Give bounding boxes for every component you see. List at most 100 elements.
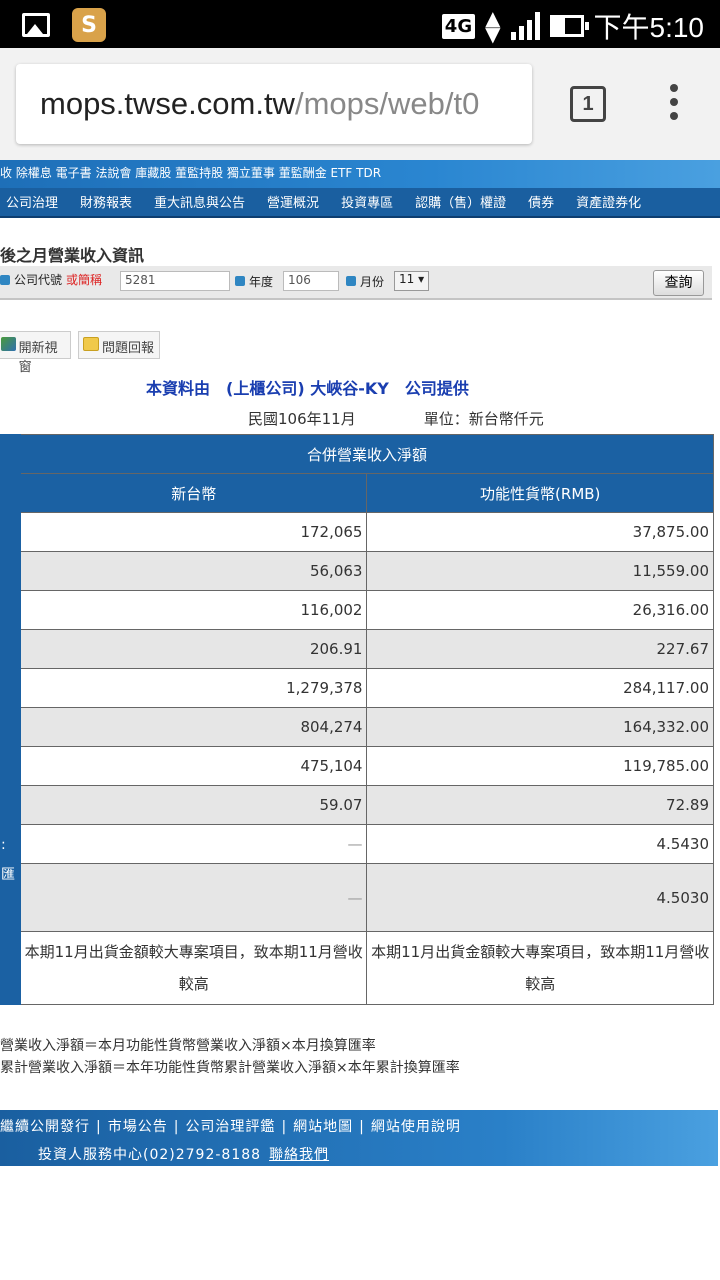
formula-notes: 營業收入淨額＝本月功能性貨幣營業收入淨額×本月換算匯率 累計營業收入淨額＝本年功… xyxy=(0,1035,460,1079)
cell-rmb: 11,559.00 xyxy=(366,551,714,591)
year-field: 年度 106 xyxy=(235,271,340,291)
note-twd: 本期11月出貨金額較大專案項目，致本期11月營收較高 xyxy=(19,931,368,1005)
bullet-icon xyxy=(235,276,245,286)
footer: 繼續公開發行 | 市場公告 | 公司治理評鑑 | 網站地圖 | 網站使用說明 投資人服務中心(0… xyxy=(0,1110,718,1166)
nav-item[interactable]: 資產證券化 xyxy=(576,192,641,216)
cell-rmb: 4.5030 xyxy=(366,863,714,932)
cell-twd: — xyxy=(19,824,368,864)
revenue-table: 合併營業收入淨額 新台幣 功能性貨幣(RMB) 172,065 37,875.0… xyxy=(0,434,715,1005)
footer-link[interactable]: 網站使用說明 xyxy=(371,1119,461,1135)
app-notification-icon: S xyxy=(72,8,106,42)
cell-rmb: 164,332.00 xyxy=(366,707,714,747)
cell-twd: 1,279,378 xyxy=(19,668,368,708)
table-row: 匯 — 4.5030 xyxy=(0,863,714,932)
address-bar[interactable]: mops.twse.com.tw/mops/web/t0 xyxy=(16,64,532,144)
query-button[interactable]: 查詢 xyxy=(653,270,704,296)
nav-item[interactable]: 債券 xyxy=(528,192,554,216)
bullet-icon xyxy=(0,274,10,285)
company-label-alt: 或簡稱 xyxy=(66,273,103,287)
footer-links: 繼續公開發行 | 市場公告 | 公司治理評鑑 | 網站地圖 | 網站使用說明 xyxy=(0,1119,461,1135)
url-path: /mops/web/t0 xyxy=(294,86,480,121)
signal-strength-icon xyxy=(510,12,540,40)
table-row: 本期11月出貨金額較大專案項目，致本期11月營收較高 本期11月出貨金額較大專案… xyxy=(0,931,714,1005)
table-row: 172,065 37,875.00 xyxy=(0,512,714,552)
cell-twd: 206.91 xyxy=(19,629,368,669)
month-select[interactable]: 11 ▾ xyxy=(394,271,430,291)
cell-twd: 116,002 xyxy=(19,590,368,630)
cell-rmb: 119,785.00 xyxy=(366,746,714,786)
clock: 下午5:10 xyxy=(593,12,705,43)
cell-rmb: 37,875.00 xyxy=(366,512,714,552)
cell-twd: 56,063 xyxy=(19,551,368,591)
url-host: mops.twse.com.tw xyxy=(40,86,295,121)
data-activity-icon: ▲ ▼ xyxy=(485,6,501,46)
month-label: 月份 xyxy=(360,274,385,289)
cell-rmb: 227.67 xyxy=(366,629,714,669)
table-row: 206.91 227.67 xyxy=(0,629,714,669)
group-header: 合併營業收入淨額 xyxy=(19,434,715,474)
top-links-bar[interactable]: 收 除權息 電子書 法說會 庫藏股 董監持股 獨立董事 董監酬金 ETF TDR xyxy=(0,160,720,188)
envelope-icon xyxy=(83,337,99,351)
nav-item[interactable]: 重大訊息與公告 xyxy=(154,192,245,216)
company-code-input[interactable]: 5281 xyxy=(120,271,230,291)
provider-line: 本資料由 (上櫃公司) 大峽谷-KY 公司提供 xyxy=(146,379,469,398)
table-row: 804,274 164,332.00 xyxy=(0,707,714,747)
cell-twd: 804,274 xyxy=(19,707,368,747)
cell-twd: — xyxy=(19,863,368,932)
year-input[interactable]: 106 xyxy=(283,271,340,291)
row-label-fragment: 匯 xyxy=(1,867,15,883)
search-form: 公司代號 或簡稱 5281 年度 106 月份 11 ▾ xyxy=(0,266,712,300)
service-line: 投資人服務中心(02)2792-8188 聯絡我們 xyxy=(38,1144,329,1164)
cell-twd: 59.07 xyxy=(19,785,368,825)
row-label-fragment: : xyxy=(1,837,6,853)
period-line: 民國106年11月 單位：新台幣仟元 xyxy=(248,408,544,429)
nav-item[interactable]: 認購（售）權證 xyxy=(415,192,506,216)
cell-rmb: 284,117.00 xyxy=(366,668,714,708)
note-rmb: 本期11月出貨金額較大專案項目，致本期11月營收較高 xyxy=(366,931,714,1005)
overflow-menu-icon[interactable] xyxy=(667,84,681,120)
table-row: 116,002 26,316.00 xyxy=(0,590,714,630)
cell-twd: 475,104 xyxy=(19,746,368,786)
formula-line: 營業收入淨額＝本月功能性貨幣營業收入淨額×本月換算匯率 xyxy=(0,1038,376,1054)
table-row: 475,104 119,785.00 xyxy=(0,746,714,786)
table-row: 59.07 72.89 xyxy=(0,785,714,825)
service-hotline: 投資人服務中心(02)2792-8188 xyxy=(38,1147,262,1163)
new-window-icon xyxy=(1,337,16,351)
footer-link[interactable]: 網站地圖 xyxy=(293,1119,353,1135)
nav-item[interactable]: 投資專區 xyxy=(341,192,393,216)
nav-item[interactable]: 公司治理 xyxy=(6,192,58,216)
cell-rmb: 4.5430 xyxy=(366,824,714,864)
period: 民國106年11月 xyxy=(248,410,356,428)
battery-icon xyxy=(549,15,589,37)
column-header-rmb: 功能性貨幣(RMB) xyxy=(366,473,714,513)
feedback-button[interactable]: 問題回報 xyxy=(78,331,160,359)
company-field: 公司代號 或簡稱 xyxy=(0,271,102,288)
formula-line: 累計營業收入淨額＝本年功能性貨幣累計營業收入淨額×本年累計換算匯率 xyxy=(0,1060,460,1076)
table-row: 1,279,378 284,117.00 xyxy=(0,668,714,708)
company-label: 公司代號 xyxy=(14,273,63,287)
footer-link[interactable]: 繼續公開發行 xyxy=(0,1119,90,1135)
network-type-indicator: 4G xyxy=(441,13,476,39)
footer-link[interactable]: 公司治理評鑑 xyxy=(185,1119,275,1135)
browser-toolbar: mops.twse.com.tw/mops/web/t0 1 xyxy=(0,48,720,160)
column-header-twd: 新台幣 xyxy=(19,473,368,513)
footer-link[interactable]: 市場公告 xyxy=(108,1119,168,1135)
contact-link[interactable]: 聯絡我們 xyxy=(269,1147,329,1163)
tab-switcher-button[interactable]: 1 xyxy=(570,86,606,122)
image-notification-icon xyxy=(22,13,50,37)
main-nav: 公司治理 財務報表 重大訊息與公告 營運概況 投資專區 認購（售）權證 債券 資… xyxy=(0,188,720,218)
unit: 單位：新台幣仟元 xyxy=(423,410,544,428)
table-row: : — 4.5430 xyxy=(0,824,714,864)
month-field: 月份 11 ▾ xyxy=(346,271,430,291)
status-bar: S 4G ▲ ▼ 下午5:10 xyxy=(0,0,720,48)
cell-rmb: 26,316.00 xyxy=(366,590,714,630)
table-row: 56,063 11,559.00 xyxy=(0,551,714,591)
nav-item[interactable]: 財務報表 xyxy=(80,192,132,216)
nav-item[interactable]: 營運概況 xyxy=(267,192,319,216)
bullet-icon xyxy=(346,276,356,286)
cell-rmb: 72.89 xyxy=(366,785,714,825)
cell-twd: 172,065 xyxy=(19,512,368,552)
year-label: 年度 xyxy=(249,274,274,289)
dropdown-arrow-icon: ▾ xyxy=(418,272,425,286)
new-window-button[interactable]: 開新視窗 xyxy=(0,331,71,375)
